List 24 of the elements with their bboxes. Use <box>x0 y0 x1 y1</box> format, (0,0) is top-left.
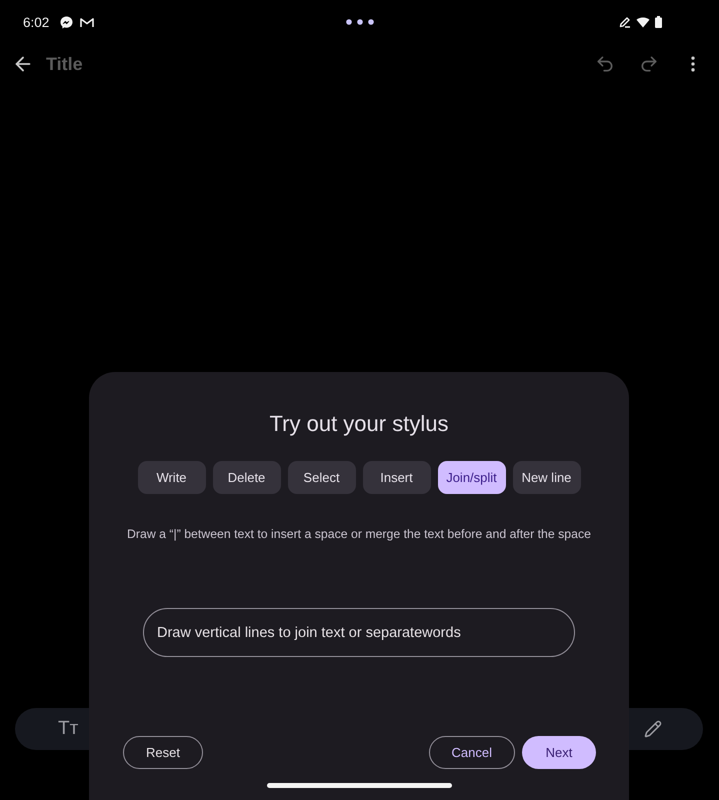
mail-icon <box>80 16 94 28</box>
gesture-tab[interactable]: New line <box>512 461 580 494</box>
title-field[interactable]: Title <box>46 52 246 76</box>
pencil-icon[interactable] <box>644 720 662 738</box>
outlined-button[interactable]: Reset <box>123 736 203 769</box>
wifi-icon <box>636 16 650 28</box>
chat-bubble-icon <box>60 16 74 28</box>
gesture-tab[interactable]: Insert <box>362 461 430 494</box>
outlined-button[interactable]: Cancel <box>428 736 515 769</box>
gesture-tab[interactable]: Write <box>138 461 206 494</box>
pen-icon <box>619 16 631 28</box>
gesture-description: Draw a “|” between text to insert a space or merge the text before and after the space <box>127 526 591 542</box>
undo-icon[interactable] <box>595 54 615 74</box>
status-time: 6:02 <box>23 14 50 30</box>
gesture-tab[interactable]: Select <box>288 461 356 494</box>
dialog-title: Try out your stylus <box>270 410 448 438</box>
text-format-button[interactable]: Tт <box>56 718 80 740</box>
primary-button[interactable]: Next <box>522 736 596 769</box>
practice-field[interactable]: Draw vertical lines to join text or separatewords <box>143 608 575 657</box>
gesture-tab[interactable]: Join/split <box>438 461 506 494</box>
dots-icon <box>346 19 374 25</box>
gesture-tab[interactable]: Delete <box>212 461 280 494</box>
battery-icon <box>655 16 662 28</box>
redo-icon[interactable] <box>639 54 659 74</box>
